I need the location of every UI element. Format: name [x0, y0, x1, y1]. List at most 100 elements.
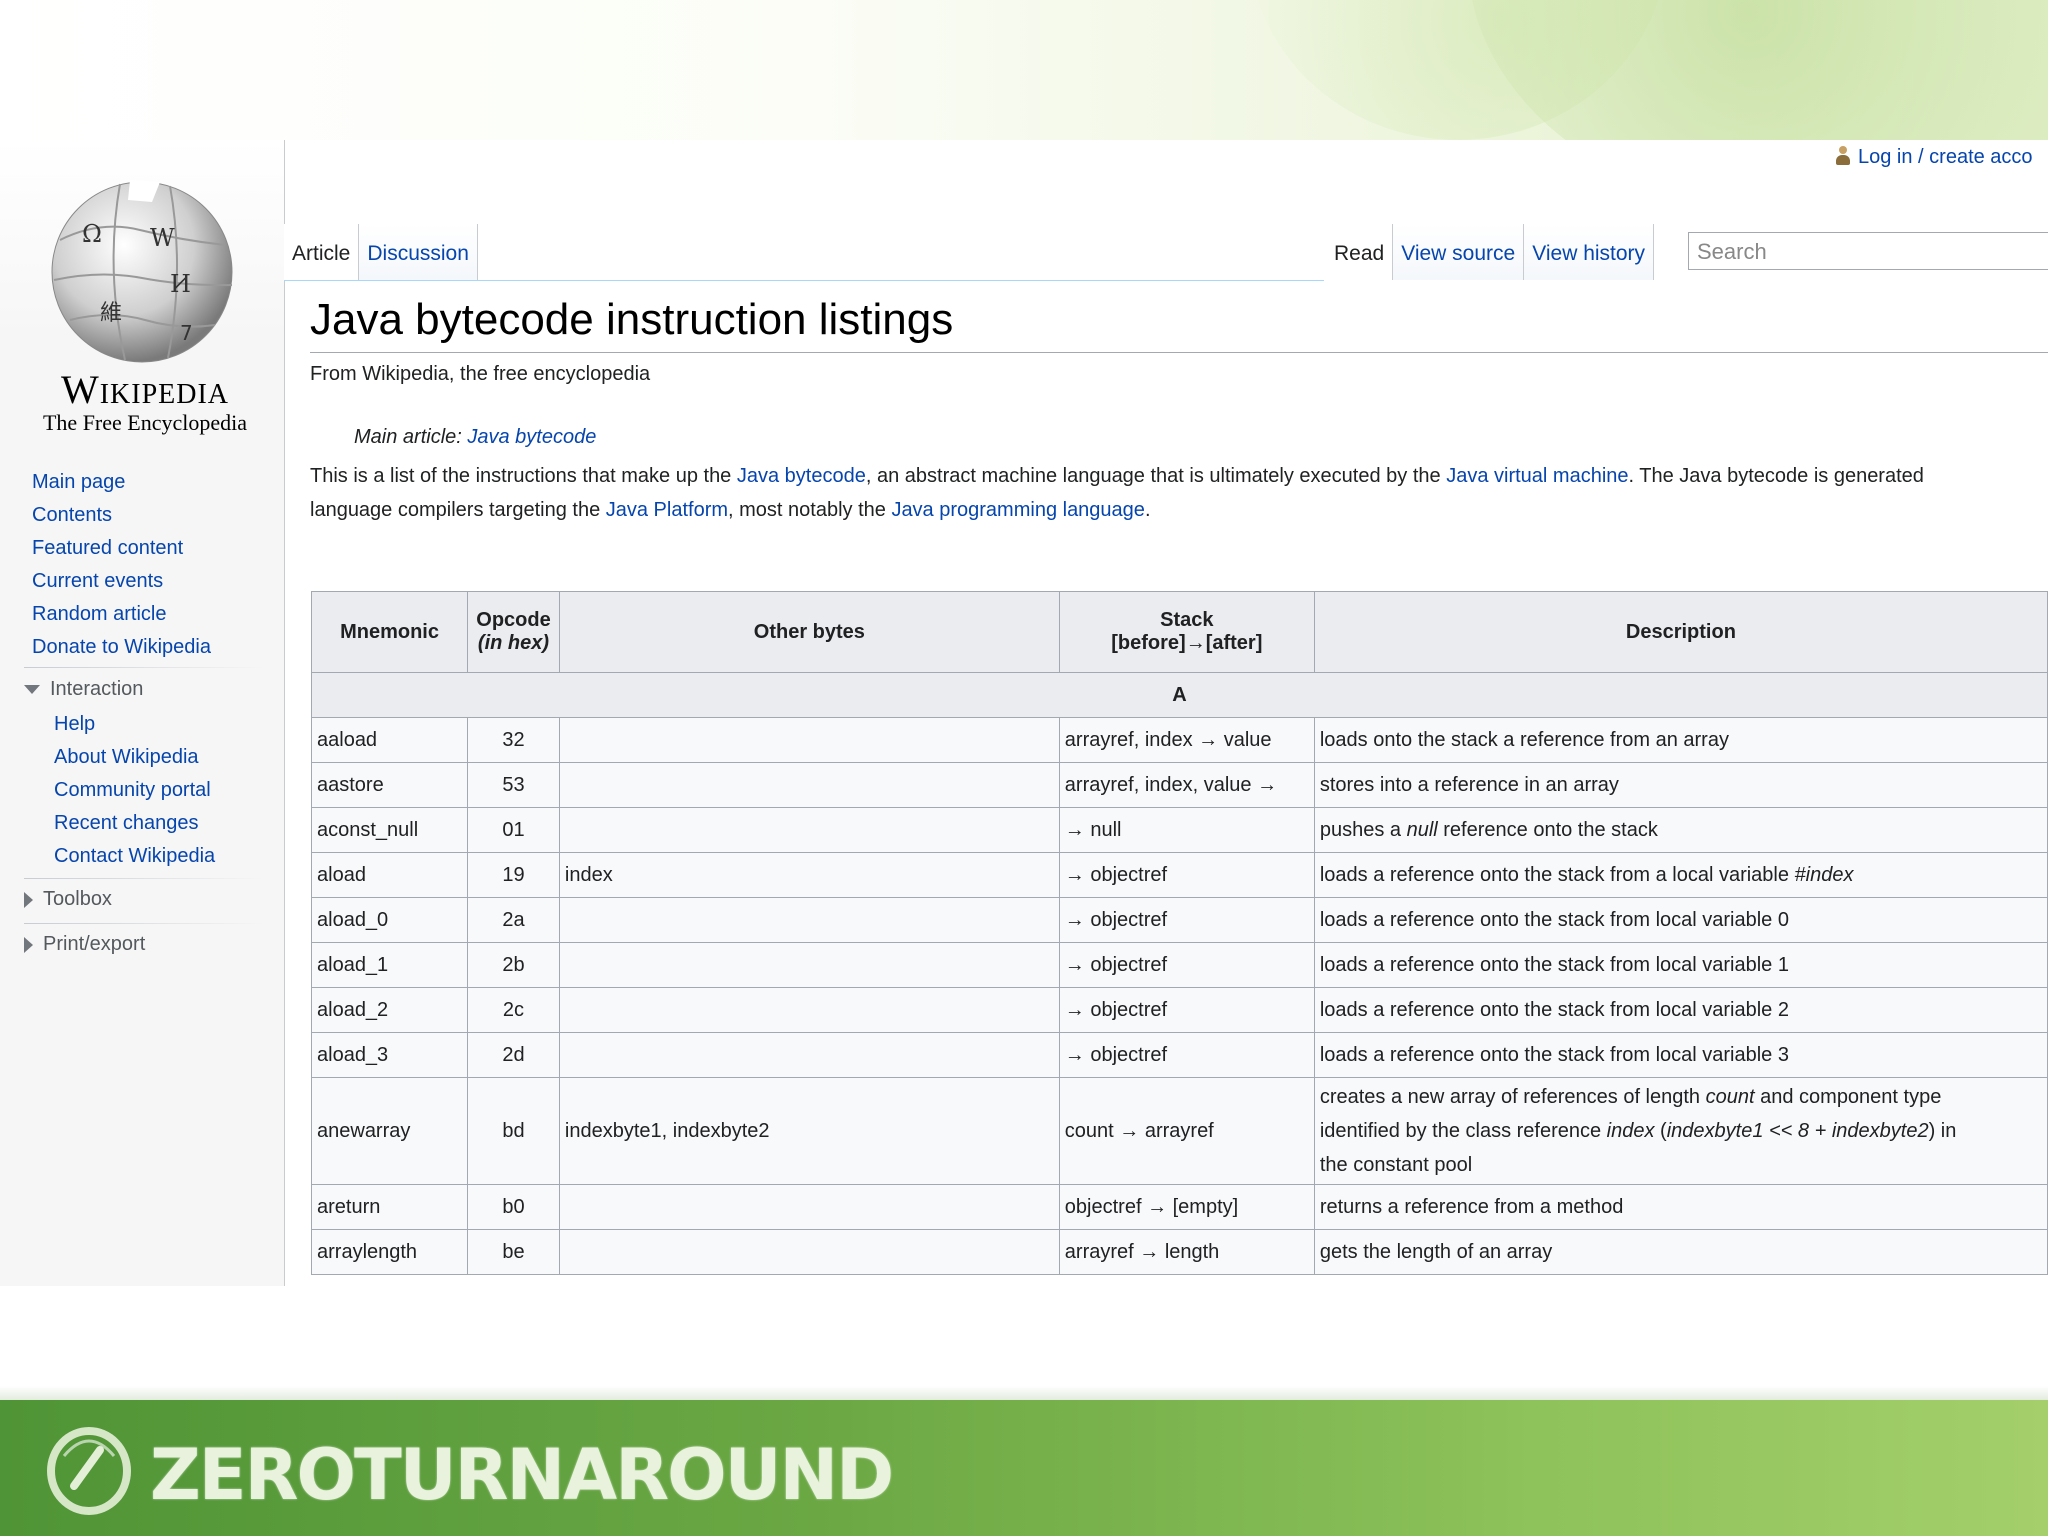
- table-header-row: Mnemonic Opcode (in hex) Other bytes Stac…: [310, 591, 2048, 673]
- tab-view-history[interactable]: View history: [1524, 224, 1655, 280]
- header-stack[interactable]: Stack [before]→[after]: [1058, 591, 1315, 673]
- link-java-bytecode[interactable]: Java bytecode: [737, 465, 866, 487]
- cell-other-bytes: [558, 1229, 1060, 1275]
- nav-help[interactable]: Help: [54, 708, 215, 741]
- site-subtitle: From Wikipedia, the free encyclopedia: [310, 363, 651, 385]
- header-opcode-label: Opcode: [476, 609, 551, 631]
- cell-other-bytes: [558, 942, 1060, 988]
- cell-stack: → null: [1058, 807, 1315, 853]
- desc-italic: indexbyte1 << 8 + indexbyte2: [1666, 1120, 1929, 1142]
- cell-other-bytes: indexbyte1, indexbyte2: [558, 1077, 1060, 1185]
- interaction-heading[interactable]: Interaction: [24, 678, 143, 701]
- desc-italic: index: [1606, 1120, 1655, 1142]
- section-label: A: [311, 672, 2048, 718]
- cell-opcode: be: [467, 1229, 560, 1275]
- nav-random-article[interactable]: Random article: [32, 598, 211, 631]
- table-row: aconst_null 01 → null pushes a null refe…: [310, 807, 2048, 853]
- cell-stack: count → arrayref: [1058, 1077, 1315, 1185]
- cell-mnemonic: aload_2: [310, 987, 469, 1033]
- header-mnemonic[interactable]: Mnemonic: [310, 591, 469, 673]
- nav-community-portal[interactable]: Community portal: [54, 774, 215, 807]
- divider: [24, 878, 264, 879]
- print-export-heading[interactable]: Print/export: [24, 933, 145, 956]
- table-row: aload_1 2b → objectref loads a reference…: [310, 942, 2048, 988]
- desc-text: ) in: [1928, 1120, 1957, 1142]
- cell-other-bytes: [558, 897, 1060, 943]
- link-java-virtual-machine[interactable]: Java virtual machine: [1446, 465, 1628, 487]
- divider: [24, 667, 264, 668]
- intro-text: . The Java bytecode is generated: [1628, 465, 1924, 487]
- desc-text: loads a reference onto the stack from a …: [1319, 863, 1795, 886]
- nav-about-wikipedia[interactable]: About Wikipedia: [54, 741, 215, 774]
- cell-mnemonic: anewarray: [310, 1077, 469, 1185]
- svg-text:Ω: Ω: [82, 220, 102, 248]
- nav-recent-changes[interactable]: Recent changes: [54, 807, 215, 840]
- cell-opcode: 19: [467, 852, 560, 898]
- link-java-platform[interactable]: Java Platform: [606, 499, 728, 521]
- header-other-bytes[interactable]: Other bytes: [558, 591, 1060, 673]
- link-java-programming-language[interactable]: Java programming language: [891, 499, 1145, 521]
- cell-stack: → objectref: [1058, 987, 1315, 1033]
- tab-discussion[interactable]: Discussion: [359, 224, 478, 280]
- tab-article[interactable]: Article: [284, 224, 360, 280]
- cell-opcode: 53: [467, 762, 560, 808]
- hatnote-link[interactable]: Java bytecode: [467, 426, 596, 448]
- cell-description: loads a reference onto the stack from lo…: [1313, 897, 2048, 943]
- wikipedia-page: Ω W И 維 7 Wikipedia The Free Encyclopedi…: [0, 140, 2048, 1286]
- cell-description: pushes a null reference onto the stack: [1313, 807, 2048, 853]
- expand-triangle-icon: [24, 891, 33, 908]
- footer-shadow: [0, 1386, 2048, 1400]
- nav-contents[interactable]: Contents: [32, 499, 211, 532]
- cell-stack: arrayref, index, value →: [1058, 762, 1315, 808]
- header-opcode[interactable]: Opcode (in hex): [467, 591, 560, 673]
- cell-description: loads a reference onto the stack from lo…: [1313, 942, 2048, 988]
- article-content: Java bytecode instruction listings From …: [310, 290, 2048, 527]
- page-title: Java bytecode instruction listings: [310, 290, 2048, 353]
- header-description[interactable]: Description: [1313, 591, 2048, 673]
- intro-text: .: [1144, 499, 1151, 521]
- cell-description: returns a reference from a method: [1313, 1184, 2048, 1230]
- user-icon: [1836, 146, 1850, 166]
- desc-text: the constant pool: [1319, 1154, 1473, 1176]
- cell-stack: → objectref: [1058, 1032, 1315, 1078]
- intro-text: language compilers targeting the: [310, 499, 606, 521]
- zeroturnaround-wordmark: ZEROTURNAROUND: [150, 1434, 894, 1516]
- desc-italic: #index: [1794, 863, 1854, 886]
- table-row: anewarray bd indexbyte1, indexbyte2 coun…: [310, 1077, 2048, 1185]
- cell-stack: → objectref: [1058, 942, 1315, 988]
- nav-featured-content[interactable]: Featured content: [32, 532, 211, 565]
- login-link[interactable]: Log in / create acco: [1858, 146, 2033, 168]
- cell-opcode: b0: [467, 1184, 560, 1230]
- expand-triangle-icon: [24, 936, 33, 953]
- slide-top-banner: [0, 0, 2048, 140]
- divider: [24, 923, 264, 924]
- nav-main-page[interactable]: Main page: [32, 466, 211, 499]
- search-placeholder: Search: [1697, 239, 1767, 264]
- cell-opcode: 01: [467, 807, 560, 853]
- cell-stack: objectref → [empty]: [1058, 1184, 1315, 1230]
- cell-description: creates a new array of references of len…: [1313, 1077, 2048, 1185]
- intro-text: , an abstract machine language that is u…: [865, 465, 1447, 487]
- header-stack-label: Stack: [1160, 609, 1214, 631]
- search-input[interactable]: Search: [1688, 232, 2048, 270]
- cell-mnemonic: aload_0: [310, 897, 469, 943]
- logo-tagline: The Free Encyclopedia: [42, 410, 247, 435]
- cell-description: loads onto the stack a reference from an…: [1313, 717, 2048, 763]
- header-opcode-sub: (in hex): [477, 632, 550, 654]
- header-stack-sub: [before]→[after]: [1111, 632, 1263, 654]
- cell-opcode: 2d: [467, 1032, 560, 1078]
- table-row: aload_0 2a → objectref loads a reference…: [310, 897, 2048, 943]
- toolbox-heading-label: Toolbox: [43, 888, 112, 910]
- cell-other-bytes: [558, 717, 1060, 763]
- nav-donate[interactable]: Donate to Wikipedia: [32, 631, 211, 664]
- tab-view-source[interactable]: View source: [1393, 224, 1525, 280]
- tab-read[interactable]: Read: [1326, 224, 1394, 280]
- toolbox-heading[interactable]: Toolbox: [24, 888, 112, 911]
- cell-stack: → objectref: [1058, 852, 1315, 898]
- svg-text:7: 7: [180, 321, 193, 345]
- hatnote: Main article: Java bytecode: [354, 426, 2048, 449]
- nav-contact-wikipedia[interactable]: Contact Wikipedia: [54, 840, 215, 873]
- svg-text:W: W: [150, 224, 175, 252]
- wikipedia-logo[interactable]: Ω W И 維 7 Wikipedia The Free Encyclopedi…: [20, 160, 270, 435]
- nav-current-events[interactable]: Current events: [32, 565, 211, 598]
